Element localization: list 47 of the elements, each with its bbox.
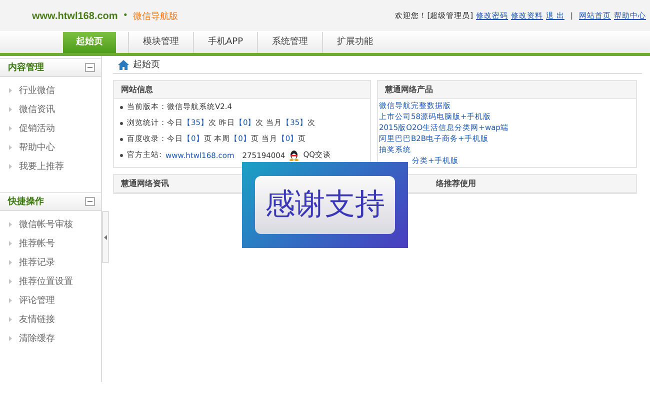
dot-separator: • (122, 11, 128, 21)
panel-title: 慧通网络产品 (378, 81, 636, 99)
arrow-icon (9, 126, 12, 131)
thanks-label: 感谢支持 (255, 176, 395, 234)
sidebar-item[interactable]: 评论管理 (19, 294, 55, 307)
collapse-icon[interactable] (85, 63, 95, 72)
arrow-icon (9, 241, 12, 246)
nav-tab[interactable]: 系统管理 (257, 32, 322, 53)
panel-title: 络推荐使用 (436, 179, 476, 188)
site-name: www.htwl168.com (32, 10, 118, 22)
sidebar-item[interactable]: 推荐位置设置 (19, 275, 73, 288)
arrow-icon (9, 145, 12, 150)
bullet-icon (120, 106, 123, 108)
arrow-icon (9, 298, 12, 303)
bullet-icon (120, 154, 123, 156)
arrow-icon (9, 164, 12, 169)
sidebar-item[interactable]: 推荐帐号 (19, 237, 55, 250)
home-icon (118, 60, 129, 70)
sidebar-item[interactable]: 微信帐号审核 (19, 218, 73, 231)
nav-tab[interactable]: 扩展功能 (322, 32, 388, 53)
sidebar-item[interactable]: 行业微信 (19, 84, 55, 97)
edition-label: 微信导航版 (133, 10, 178, 22)
arrow-icon (9, 336, 12, 341)
sidebar-item[interactable]: 微信资讯 (19, 103, 55, 116)
sidebar-item[interactable]: 促销活动 (19, 122, 55, 135)
section-title: 内容管理 (8, 61, 44, 74)
arrow-icon (9, 279, 12, 284)
sidebar-item[interactable]: 友情链接 (19, 313, 55, 326)
breadcrumb-text: 起始页 (133, 58, 160, 71)
sidebar-item[interactable]: 推荐记录 (19, 256, 55, 269)
sidebar-item[interactable]: 清除缓存 (19, 332, 55, 345)
nav-tab[interactable]: 手机APP (193, 32, 258, 53)
panel-title: 网站信息 (114, 81, 370, 99)
collapse-handle[interactable] (102, 211, 109, 263)
sidebar-item[interactable]: 帮助中心 (19, 141, 55, 154)
bullet-icon (120, 122, 123, 124)
section-title: 快捷操作 (8, 195, 44, 208)
collapse-icon[interactable] (85, 197, 95, 206)
penguin-icon (289, 150, 300, 160)
bullet-icon (120, 138, 123, 140)
arrow-icon (9, 222, 12, 227)
arrow-icon (9, 107, 12, 112)
nav-tab[interactable]: 模块管理 (128, 32, 193, 53)
arrow-icon (9, 317, 12, 322)
arrow-icon (9, 260, 12, 265)
sidebar-item[interactable]: 我要上推荐 (19, 160, 64, 173)
arrow-icon (9, 88, 12, 93)
